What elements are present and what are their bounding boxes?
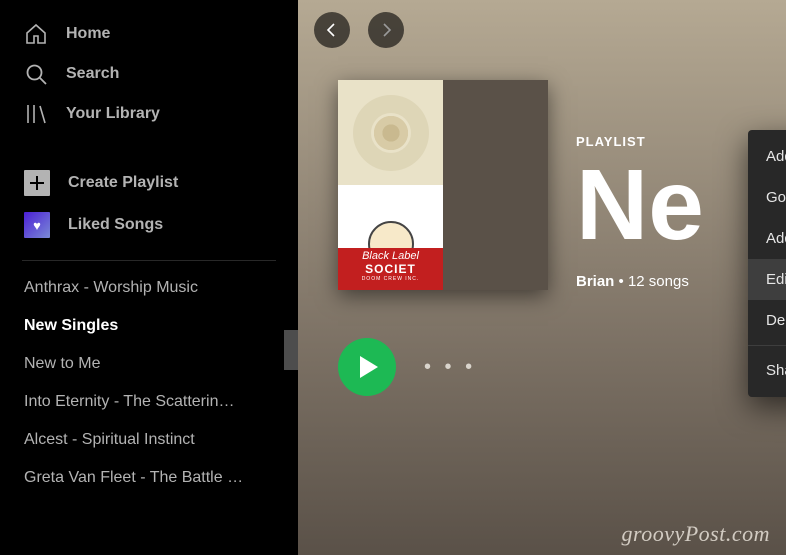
library-icon (24, 102, 48, 126)
back-button[interactable] (314, 12, 350, 48)
context-menu-item-label: Go to playlist radio (766, 189, 786, 206)
more-options-button[interactable]: • • • (424, 356, 476, 379)
playlist-item[interactable]: Alcest - Spiritual Instinct (0, 421, 298, 459)
search-icon (24, 62, 48, 86)
forward-button[interactable] (368, 12, 404, 48)
context-menu-item-label: Add to profile (766, 230, 786, 247)
nav-create-label: Create Playlist (68, 174, 178, 192)
plus-icon (24, 170, 50, 196)
context-menu-item[interactable]: Edit details (748, 259, 786, 300)
nav-create-playlist[interactable]: Create Playlist (0, 162, 298, 204)
playlist-type-label: PLAYLIST (576, 134, 704, 149)
cover-text-2: SOCIET (338, 262, 443, 276)
chevron-right-icon (378, 22, 394, 38)
playlist-list: Anthrax - Worship MusicNew SinglesNew to… (0, 269, 298, 497)
byline-separator: • (614, 273, 628, 290)
cover-tile-4 (443, 185, 548, 290)
history-nav (298, 0, 786, 48)
play-icon (360, 356, 378, 378)
context-menu-item[interactable]: Add to queue (748, 136, 786, 177)
context-menu-item-label: Add to queue (766, 148, 786, 165)
play-button[interactable] (338, 338, 396, 396)
playlist-item[interactable]: New Singles (0, 307, 298, 345)
playlist-item[interactable]: Into Eternity - The Scatterin… (0, 383, 298, 421)
context-menu-item-label: Edit details (766, 271, 786, 288)
nav-home[interactable]: Home (0, 14, 298, 54)
watermark: groovyPost.com (621, 521, 770, 547)
context-menu-divider (748, 345, 786, 346)
sidebar: Home Search Your Library Create Playlist… (0, 0, 298, 555)
nav-liked-songs[interactable]: ♥ Liked Songs (0, 204, 298, 246)
playlist-author[interactable]: Brian (576, 273, 614, 290)
context-menu-item[interactable]: Delete (748, 300, 786, 341)
context-menu-item[interactable]: Add to profile (748, 218, 786, 259)
nav-search-label: Search (66, 65, 119, 83)
context-menu: Add to queue Go to playlist radio Add to p… (748, 130, 786, 397)
cover-tile-2 (443, 80, 548, 185)
scrollbar-thumb[interactable] (284, 330, 298, 370)
playlist-item[interactable]: Greta Van Fleet - The Battle … (0, 459, 298, 497)
nav-library[interactable]: Your Library (0, 94, 298, 134)
action-row: • • • (338, 338, 476, 396)
playlist-meta: PLAYLIST Ne Brian • 12 songs (576, 134, 704, 290)
context-menu-item[interactable]: Share▶ (748, 350, 786, 391)
main-panel: Black Label SOCIET DOOM CREW INC. PLAYLI… (298, 0, 786, 555)
sidebar-divider (22, 260, 276, 261)
context-menu-item-label: Delete (766, 312, 786, 329)
cover-tile-3: Black Label SOCIET DOOM CREW INC. (338, 185, 443, 290)
nav-home-label: Home (66, 25, 110, 43)
context-menu-item-label: Share (766, 362, 786, 379)
nav-liked-label: Liked Songs (68, 216, 163, 234)
cover-text-3: DOOM CREW INC. (338, 276, 443, 282)
playlist-cover[interactable]: Black Label SOCIET DOOM CREW INC. (338, 80, 548, 290)
context-menu-item[interactable]: Go to playlist radio (748, 177, 786, 218)
nav-library-label: Your Library (66, 105, 160, 123)
playlist-title: Ne (576, 155, 704, 255)
playlist-item[interactable]: New to Me (0, 345, 298, 383)
playlist-song-count: 12 songs (628, 273, 689, 290)
playlist-hero: Black Label SOCIET DOOM CREW INC. PLAYLI… (338, 80, 704, 290)
playlist-byline: Brian • 12 songs (576, 273, 704, 290)
cover-tile-1 (338, 80, 443, 185)
app-root: Home Search Your Library Create Playlist… (0, 0, 786, 555)
nav-search[interactable]: Search (0, 54, 298, 94)
playlist-item[interactable]: Anthrax - Worship Music (0, 269, 298, 307)
chevron-left-icon (324, 22, 340, 38)
cover-text-1: Black Label (338, 250, 443, 262)
heart-icon: ♥ (24, 212, 50, 238)
home-icon (24, 22, 48, 46)
